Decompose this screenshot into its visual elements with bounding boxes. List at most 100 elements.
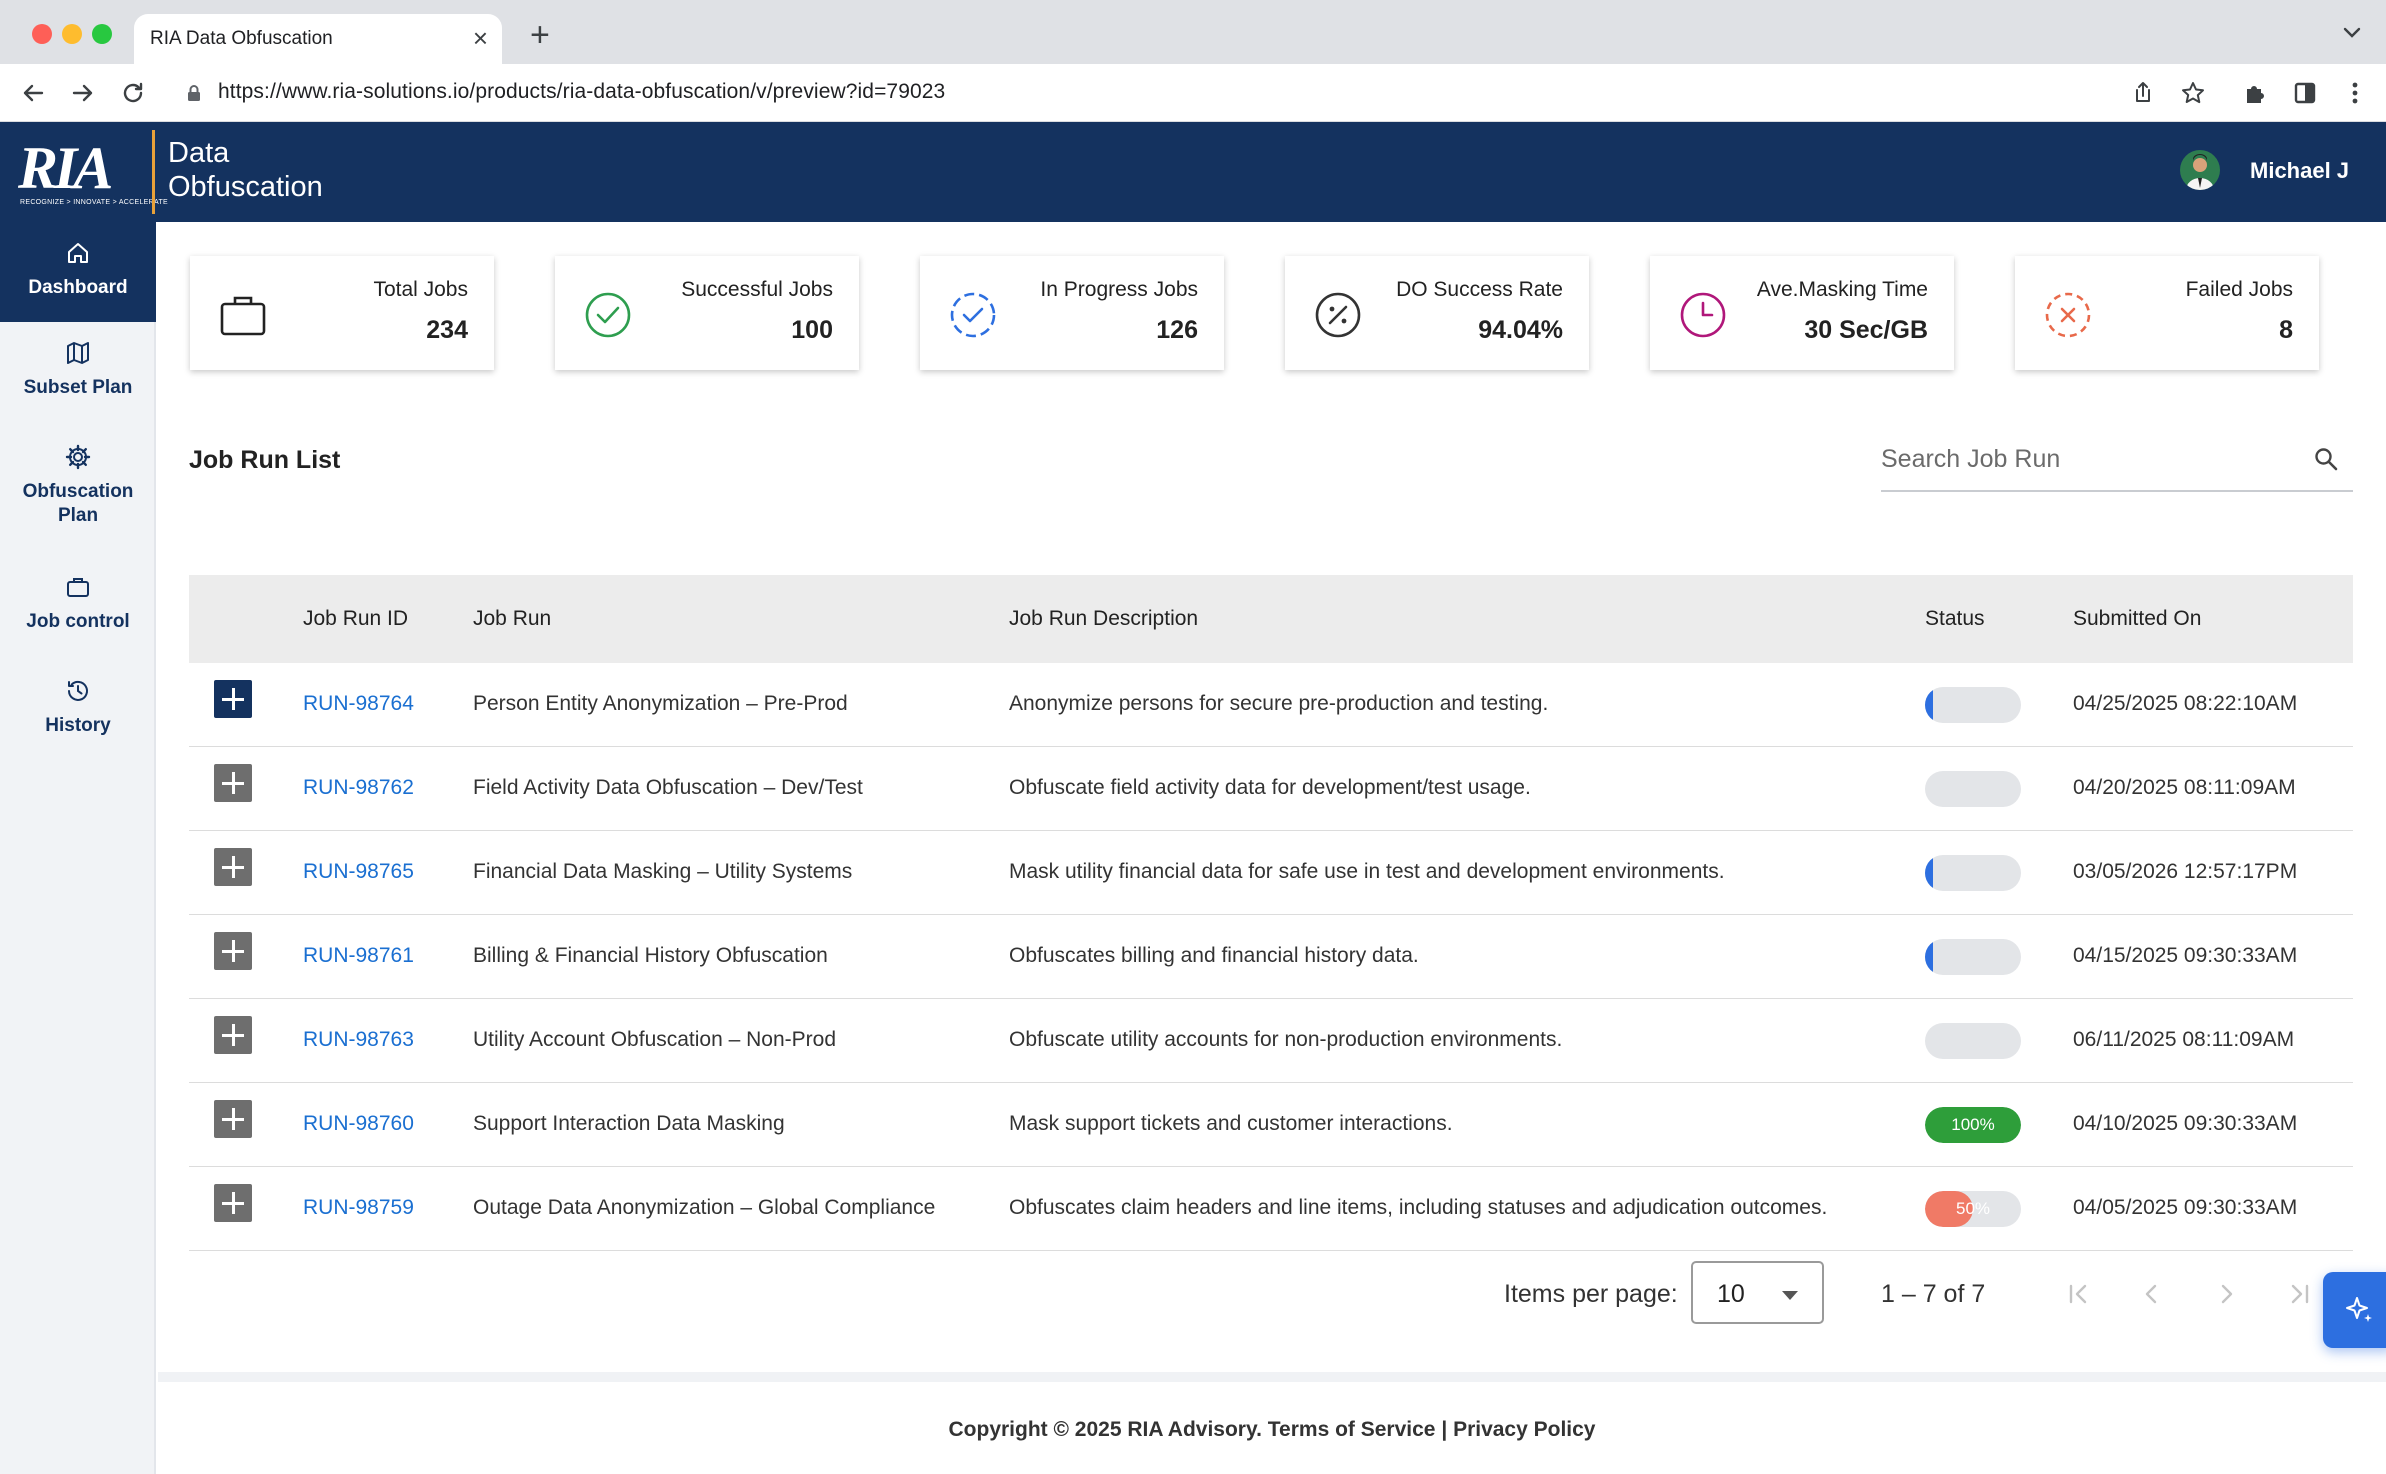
avatar[interactable] xyxy=(2180,150,2220,190)
share-icon[interactable] xyxy=(2128,78,2158,108)
job-run-description: Anonymize persons for secure pre-product… xyxy=(1009,692,1549,715)
column-header-run[interactable]: Job Run xyxy=(473,607,551,631)
submitted-on: 04/25/2025 08:22:10AM xyxy=(2073,692,2298,715)
expand-row-button[interactable] xyxy=(214,1100,252,1138)
page-range-label: 1 – 7 of 7 xyxy=(1881,1280,1986,1308)
expand-row-button[interactable] xyxy=(214,680,252,718)
last-page-icon[interactable] xyxy=(2284,1278,2316,1310)
failed-icon xyxy=(2045,292,2091,338)
job-run-id-link[interactable]: RUN-98762 xyxy=(303,776,414,800)
status-progress-text xyxy=(1925,939,2021,975)
sidebar-item-label: Obfuscation xyxy=(22,481,134,502)
job-run-id-link[interactable]: RUN-98764 xyxy=(303,692,414,716)
status-progress-bar xyxy=(1925,771,2021,807)
job-run-description: Obfuscates billing and financial history… xyxy=(1009,944,1419,967)
map-icon xyxy=(67,342,89,364)
job-run-id-link[interactable]: RUN-98760 xyxy=(303,1112,414,1136)
bookmark-star-icon[interactable] xyxy=(2178,78,2208,108)
close-window-button[interactable] xyxy=(32,24,52,44)
table-row[interactable]: RUN-98763 Utility Account Obfuscation – N… xyxy=(189,999,2353,1083)
status-progress-bar xyxy=(1925,687,2021,723)
briefcase-icon xyxy=(220,296,266,336)
items-per-page-value: 10 xyxy=(1717,1280,1745,1308)
items-per-page-select[interactable]: 10 xyxy=(1691,1261,1824,1324)
minimize-window-button[interactable] xyxy=(62,24,82,44)
stat-value: 94.04% xyxy=(1478,316,1563,344)
table-row[interactable]: RUN-98765 Financial Data Masking – Utilit… xyxy=(189,831,2353,915)
logo-divider xyxy=(152,130,155,214)
next-page-icon[interactable] xyxy=(2210,1278,2242,1310)
lock-icon[interactable] xyxy=(186,84,202,102)
sidebar-item-history[interactable]: History xyxy=(0,676,156,756)
address-bar: https://www.ria-solutions.io/products/ri… xyxy=(0,64,2386,122)
table-row[interactable]: RUN-98762 Field Activity Data Obfuscation… xyxy=(189,747,2353,831)
job-run-id-link[interactable]: RUN-98763 xyxy=(303,1028,414,1052)
sidebar-item-label: History xyxy=(45,715,111,736)
reload-icon[interactable] xyxy=(118,78,148,108)
url-field[interactable]: https://www.ria-solutions.io/products/ri… xyxy=(218,80,945,104)
column-header-description[interactable]: Job Run Description xyxy=(1009,607,1198,631)
stat-card-masking-time: Ave.Masking Time 30 Sec/GB xyxy=(1650,256,1954,370)
gear-icon xyxy=(65,444,91,470)
maximize-window-button[interactable] xyxy=(92,24,112,44)
svg-text:RIA: RIA xyxy=(18,138,111,194)
table-row[interactable]: RUN-98761 Billing & Financial History Obf… xyxy=(189,915,2353,999)
sidebar-item-job-control[interactable]: Job control xyxy=(0,572,156,652)
more-menu-icon[interactable] xyxy=(2340,78,2370,108)
job-run-description: Obfuscate field activity data for develo… xyxy=(1009,776,1531,799)
privacy-link[interactable]: Privacy Policy xyxy=(1453,1418,1595,1441)
extensions-icon[interactable] xyxy=(2240,78,2270,108)
expand-row-button[interactable] xyxy=(214,1184,252,1222)
expand-row-button[interactable] xyxy=(214,932,252,970)
job-run-name: Person Entity Anonymization – Pre-Prod xyxy=(473,692,848,715)
stat-card-in-progress-jobs: In Progress Jobs 126 xyxy=(920,256,1224,370)
percent-icon xyxy=(1315,292,1361,338)
stat-value: 100 xyxy=(791,316,833,344)
browser-tab[interactable]: RIA Data Obfuscation × xyxy=(134,14,502,64)
search-icon[interactable] xyxy=(2313,446,2339,472)
expand-row-button[interactable] xyxy=(214,848,252,886)
column-header-submitted[interactable]: Submitted On xyxy=(2073,607,2201,631)
status-progress-text xyxy=(1925,687,2021,723)
expand-row-button[interactable] xyxy=(214,1016,252,1054)
chevron-down-icon[interactable] xyxy=(2340,20,2364,44)
ai-assistant-button[interactable] xyxy=(2323,1272,2386,1348)
home-icon xyxy=(68,243,88,263)
sidebar-item-obfuscation-plan[interactable]: Obfuscation Plan xyxy=(0,442,156,560)
previous-page-icon[interactable] xyxy=(2136,1278,2168,1310)
sidebar-item-dashboard[interactable]: Dashboard xyxy=(0,222,156,322)
submitted-on: 04/05/2025 09:30:33AM xyxy=(2073,1196,2298,1219)
dropdown-caret-icon xyxy=(1782,1291,1798,1300)
job-run-id-link[interactable]: RUN-98765 xyxy=(303,860,414,884)
column-header-status[interactable]: Status xyxy=(1925,607,1985,631)
job-run-name: Billing & Financial History Obfuscation xyxy=(473,944,828,967)
search-input[interactable] xyxy=(1881,432,2301,486)
job-run-id-link[interactable]: RUN-98759 xyxy=(303,1196,414,1220)
table-row[interactable]: RUN-98759 Outage Data Anonymization – Glo… xyxy=(189,1167,2353,1251)
stat-label: Failed Jobs xyxy=(2185,278,2293,301)
stat-label: DO Success Rate xyxy=(1396,278,1563,301)
sidebar-item-label-line2: Plan xyxy=(57,505,99,526)
new-tab-icon[interactable]: + xyxy=(530,18,550,52)
status-progress-text xyxy=(1925,855,2021,891)
briefcase-icon xyxy=(67,578,89,597)
column-header-id[interactable]: Job Run ID xyxy=(303,607,408,631)
tab-close-icon[interactable]: × xyxy=(473,24,488,52)
sidepanel-icon[interactable] xyxy=(2290,78,2320,108)
expand-row-button[interactable] xyxy=(214,764,252,802)
stat-value: 126 xyxy=(1156,316,1198,344)
job-run-id-link[interactable]: RUN-98761 xyxy=(303,944,414,968)
table-row[interactable]: RUN-98764 Person Entity Anonymization – P… xyxy=(189,663,2353,747)
terms-link[interactable]: Terms of Service xyxy=(1268,1418,1436,1441)
status-progress-text: 50% xyxy=(1955,1199,1991,1218)
stat-label: In Progress Jobs xyxy=(1040,278,1198,301)
job-run-name: Financial Data Masking – Utility Systems xyxy=(473,860,853,883)
user-name[interactable]: Michael J xyxy=(2250,158,2349,184)
sidebar: Dashboard Subset Plan Obfuscation Plan J… xyxy=(0,222,156,1474)
forward-icon[interactable] xyxy=(68,78,98,108)
sidebar-item-subset-plan[interactable]: Subset Plan xyxy=(0,338,156,428)
ria-logo[interactable]: RIA RECOGNIZE > INNOVATE > ACCELERATE xyxy=(17,135,168,208)
back-icon[interactable] xyxy=(18,78,48,108)
table-row[interactable]: RUN-98760 Support Interaction Data Maskin… xyxy=(189,1083,2353,1167)
first-page-icon[interactable] xyxy=(2062,1278,2094,1310)
